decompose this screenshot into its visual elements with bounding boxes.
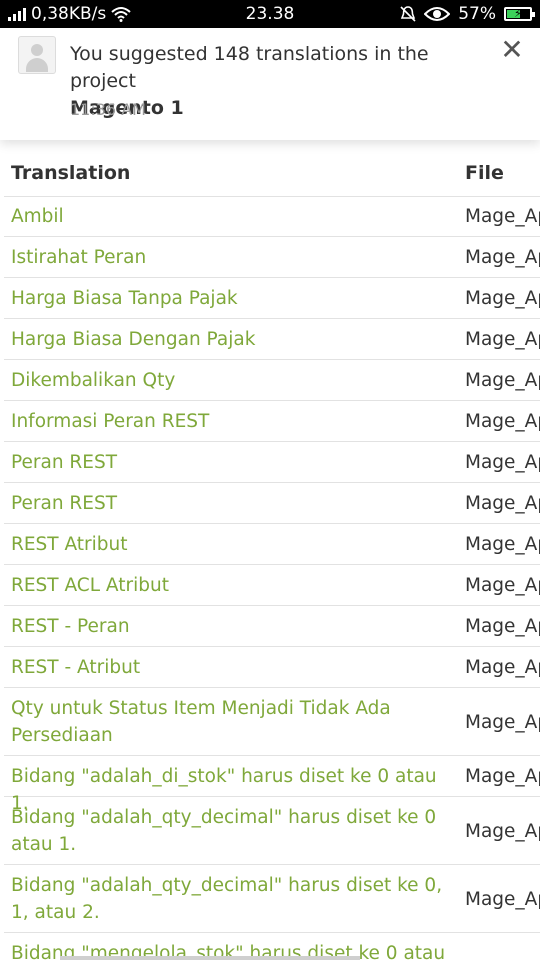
file-cell: Mage_Ap <box>465 452 540 473</box>
file-cell: Mage_Ap <box>465 493 540 514</box>
table-row[interactable]: Peran REST Mage_Ap <box>4 483 540 524</box>
status-bar: 0,38KB/s 23.38 57% ⚡ <box>0 0 540 28</box>
file-cell: Mage_Ap <box>465 329 540 350</box>
translation-cell[interactable]: REST - Atribut <box>11 654 456 681</box>
file-cell: Mage_Ap <box>465 288 540 309</box>
notification-time: 11:36 AM <box>70 100 146 119</box>
file-cell: Mage_Ap <box>465 534 540 555</box>
table-row[interactable]: Istirahat Peran Mage_Ap <box>4 237 540 278</box>
file-cell: Mage_Ap <box>465 616 540 637</box>
translation-cell[interactable]: Harga Biasa Tanpa Pajak <box>11 285 456 312</box>
translation-cell[interactable]: Informasi Peran REST <box>11 408 456 435</box>
translation-cell[interactable]: Peran REST <box>11 490 456 517</box>
table-body: AmbilMage_ApIstirahat PeranMage_ApHarga … <box>4 196 540 960</box>
translation-cell[interactable]: REST ACL Atribut <box>11 572 456 599</box>
column-header-translation[interactable]: Translation <box>11 162 130 184</box>
close-icon[interactable]: ✕ <box>498 36 526 64</box>
file-cell: Mage_Ap <box>465 766 540 787</box>
translation-cell[interactable]: Qty untuk Status Item Menjadi Tidak Ada … <box>11 695 456 749</box>
table-row[interactable]: Dikembalikan Qty Mage_Ap <box>4 360 540 401</box>
file-cell: Mage_Ap <box>465 821 540 842</box>
table-row[interactable]: Bidang "adalah_qty_decimal" harus diset … <box>4 797 540 865</box>
table-row[interactable]: Qty untuk Status Item Menjadi Tidak Ada … <box>4 688 540 756</box>
translation-cell[interactable]: REST - Peran <box>11 613 456 640</box>
column-header-file[interactable]: File <box>465 162 504 184</box>
file-cell: Mage_Ap <box>465 575 540 596</box>
table-header: Translation File <box>4 154 540 197</box>
file-cell: Mage_Ap <box>465 206 540 227</box>
file-cell: Mage_Ap <box>465 247 540 268</box>
table-row[interactable]: Bidang "adalah_qty_decimal" harus diset … <box>4 865 540 933</box>
table-row[interactable]: Harga Biasa Dengan Pajak Mage_Ap <box>4 319 540 360</box>
translation-cell[interactable]: Dikembalikan Qty <box>11 367 456 394</box>
mute-bell-icon <box>400 6 416 22</box>
translations-table: Translation File AmbilMage_ApIstirahat P… <box>0 140 540 960</box>
table-row[interactable]: Bidang "adalah_di_stok" harus diset ke 0… <box>4 756 540 814</box>
table-row[interactable]: Ambil Mage_Ap <box>4 196 540 237</box>
file-cell: Mage_Ap <box>465 712 540 733</box>
notification-message-text: You suggested 148 translations in the pr… <box>70 43 429 92</box>
eye-icon <box>424 7 451 21</box>
table-row[interactable]: REST - Atribut Mage_Ap <box>4 647 540 688</box>
table-row[interactable]: REST - Peran Mage_Ap <box>4 606 540 647</box>
table-row[interactable]: REST Atribut Mage_Ap <box>4 524 540 565</box>
file-cell: Mage_Ap <box>465 657 540 678</box>
file-cell: Mage_Ap <box>465 889 540 910</box>
user-icon <box>31 44 43 56</box>
translation-cell[interactable]: Istirahat Peran <box>11 244 456 271</box>
file-cell: Mage_Ap <box>465 370 540 391</box>
file-cell: Mage_Ap <box>465 411 540 432</box>
table-row[interactable]: Informasi Peran REST Mage_Ap <box>4 401 540 442</box>
translation-cell[interactable]: Bidang "adalah_qty_decimal" harus diset … <box>11 804 456 858</box>
table-row[interactable]: Peran REST Mage_Ap <box>4 442 540 483</box>
translation-cell[interactable]: Bidang "adalah_qty_decimal" harus diset … <box>11 872 456 926</box>
translation-cell[interactable]: Ambil <box>11 203 456 230</box>
battery-charging-icon: ⚡ <box>504 7 535 21</box>
scroll-indicator <box>60 956 360 960</box>
notification-card[interactable]: You suggested 148 translations in the pr… <box>0 28 540 140</box>
translation-cell[interactable]: Harga Biasa Dengan Pajak <box>11 326 456 353</box>
battery-percent: 57% <box>458 4 496 24</box>
avatar <box>18 36 56 74</box>
table-row[interactable]: Harga Biasa Tanpa Pajak Mage_Ap <box>4 278 540 319</box>
table-row[interactable]: REST ACL Atribut Mage_Ap <box>4 565 540 606</box>
translation-cell[interactable]: REST Atribut <box>11 531 456 558</box>
translation-cell[interactable]: Peran REST <box>11 449 456 476</box>
